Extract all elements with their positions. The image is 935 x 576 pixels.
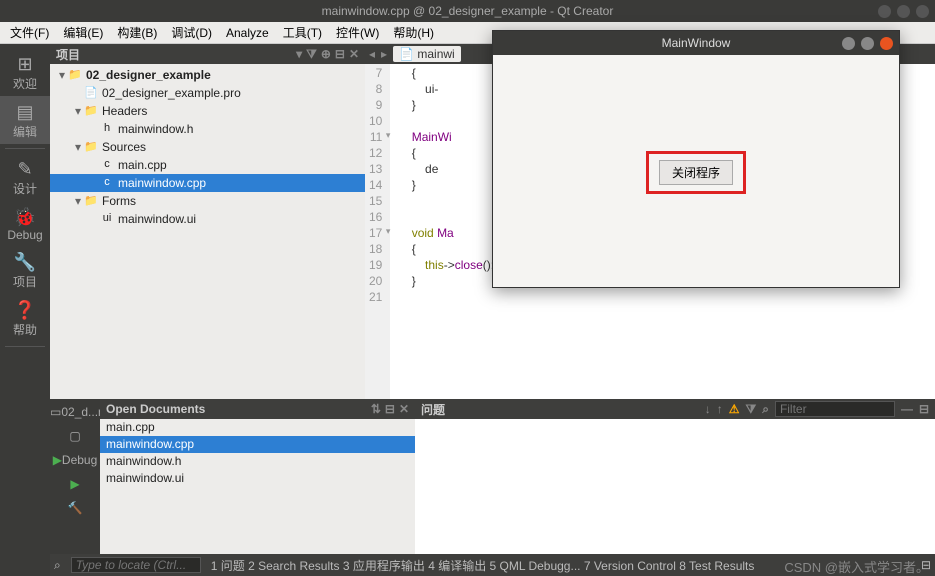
split-icon[interactable]: ⊟ (385, 402, 395, 416)
mode-项目[interactable]: 🔧项目 (0, 246, 50, 294)
locator-input[interactable] (71, 557, 201, 573)
tree-item[interactable]: ▾📁Headers (50, 102, 365, 120)
menu-item[interactable]: 调试(D) (165, 22, 218, 43)
search-icon: ⌕ (762, 402, 769, 417)
opendocs-title: Open Documents (106, 402, 205, 416)
menu-item[interactable]: 构建(B) (111, 22, 163, 43)
line-gutter: 7891011▾121314151617▾18192021 (365, 64, 390, 399)
close-icon[interactable] (880, 37, 893, 50)
close-pane-icon[interactable]: ✕ (349, 47, 359, 62)
maximize-icon[interactable] (897, 5, 910, 18)
minimize-icon[interactable] (878, 5, 891, 18)
issues-title: 问题 (421, 401, 445, 418)
mode-帮助[interactable]: ❓帮助 (0, 294, 50, 342)
close-pane-icon[interactable]: ✕ (399, 402, 409, 416)
mode-Debug[interactable]: 🐞Debug (0, 201, 50, 246)
highlight-box: 关闭程序 (646, 151, 746, 194)
tree-item[interactable]: uimainwindow.ui (50, 210, 365, 228)
run-bar: ▭02_d...mple▢▶Debug▶🔨 (50, 399, 100, 554)
opendocs-header: Open Documents ⇅ ⊟ ✕ (100, 399, 415, 419)
sort-icon[interactable]: ⇅ (371, 402, 381, 416)
opendoc-item[interactable]: mainwindow.h (100, 453, 415, 470)
output-tab[interactable]: 2 Search Results (248, 559, 339, 573)
menu-item[interactable]: Analyze (220, 24, 275, 42)
link-icon[interactable]: ⊕ (321, 47, 331, 62)
output-tab[interactable]: 5 QML Debugg... (490, 559, 581, 573)
window-titlebar: mainwindow.cpp @ 02_designer_example - Q… (0, 0, 935, 22)
issues-header: 问题 ↓ ↑ ⚠ ⧩ ⌕ — ⊟ (415, 399, 935, 419)
output-tab[interactable]: 1 问题 (211, 559, 245, 573)
minimize-pane-icon[interactable]: — (901, 402, 913, 416)
menu-item[interactable]: 帮助(H) (387, 22, 440, 43)
warning-icon[interactable]: ⚠ (729, 402, 740, 416)
close-icon[interactable] (916, 5, 929, 18)
tree-item[interactable]: ▾📁02_designer_example (50, 66, 365, 84)
menu-item[interactable]: 控件(W) (330, 22, 385, 43)
tree-item[interactable]: cmainwindow.cpp (50, 174, 365, 192)
mode-欢迎[interactable]: ⊞欢迎 (0, 48, 50, 96)
opendoc-item[interactable]: mainwindow.cpp (100, 436, 415, 453)
tree-item[interactable]: cmain.cpp (50, 156, 365, 174)
run-mode[interactable]: ▶Debug (50, 447, 100, 471)
run-mode[interactable]: ▶ (50, 471, 100, 495)
mode-设计[interactable]: ✎设计 (0, 153, 50, 201)
project-tree[interactable]: ▾📁02_designer_example📄02_designer_exampl… (50, 64, 365, 399)
opendocs-list[interactable]: main.cppmainwindow.cppmainwindow.hmainwi… (100, 419, 415, 554)
filter-funnel-icon[interactable]: ⧩ (306, 47, 317, 62)
close-pane-icon[interactable]: ⊟ (919, 402, 929, 416)
project-pane-title: 项目 (56, 46, 80, 63)
tree-item[interactable]: 📄02_designer_example.pro (50, 84, 365, 102)
maximize-icon[interactable] (861, 37, 874, 50)
menu-item[interactable]: 工具(T) (277, 22, 328, 43)
tree-item[interactable]: hmainwindow.h (50, 120, 365, 138)
run-mode[interactable]: 🔨 (50, 495, 100, 519)
opendoc-item[interactable]: mainwindow.ui (100, 470, 415, 487)
window-title: mainwindow.cpp @ 02_designer_example - Q… (322, 4, 614, 18)
menu-item[interactable]: 编辑(E) (57, 22, 109, 43)
code-area[interactable]: { ui- } MainWi { de } void Ma { this->cl… (390, 64, 502, 399)
filter-icon[interactable]: ▾ (296, 47, 302, 62)
output-tab[interactable]: 8 Test Results (679, 559, 754, 573)
arrow-up-icon[interactable]: ↑ (717, 402, 723, 416)
mode-编辑[interactable]: ▤编辑 (0, 96, 50, 144)
close-program-button[interactable]: 关闭程序 (659, 160, 733, 185)
run-window-titlebar[interactable]: MainWindow (493, 31, 899, 55)
filter-input[interactable] (775, 401, 895, 417)
editor-file-tab[interactable]: 📄 mainwi (393, 46, 461, 62)
run-window-title: MainWindow (662, 36, 731, 50)
minimize-icon[interactable] (842, 37, 855, 50)
split-icon[interactable]: ⊟ (335, 47, 345, 62)
output-tab[interactable]: 3 应用程序输出 (343, 559, 425, 573)
run-mode[interactable]: ▢ (50, 423, 100, 447)
search-icon: ⌕ (54, 558, 61, 573)
file-icon: 📄 (399, 47, 414, 61)
tree-item[interactable]: ▾📁Sources (50, 138, 365, 156)
menu-item[interactable]: 文件(F) (4, 22, 55, 43)
funnel-icon[interactable]: ⧩ (745, 402, 756, 417)
output-tab[interactable]: 7 Version Control (584, 559, 676, 573)
forward-icon[interactable]: ▸ (381, 47, 387, 61)
issues-body (415, 419, 935, 554)
run-mode[interactable]: ▭02_d...mple (50, 399, 100, 423)
output-tab[interactable]: 4 编译输出 (428, 559, 486, 573)
opendoc-item[interactable]: main.cpp (100, 419, 415, 436)
watermark: CSDN @嵌入式学习者。 (784, 557, 929, 576)
project-pane-header: 项目 ▾ ⧩ ⊕ ⊟ ✕ (50, 44, 365, 64)
back-icon[interactable]: ◂ (369, 47, 375, 61)
mode-bar: ⊞欢迎▤编辑 ✎设计🐞Debug🔧项目❓帮助 (0, 44, 50, 576)
tree-item[interactable]: ▾📁Forms (50, 192, 365, 210)
arrow-down-icon[interactable]: ↓ (705, 402, 711, 416)
run-window: MainWindow 关闭程序 (492, 30, 900, 288)
